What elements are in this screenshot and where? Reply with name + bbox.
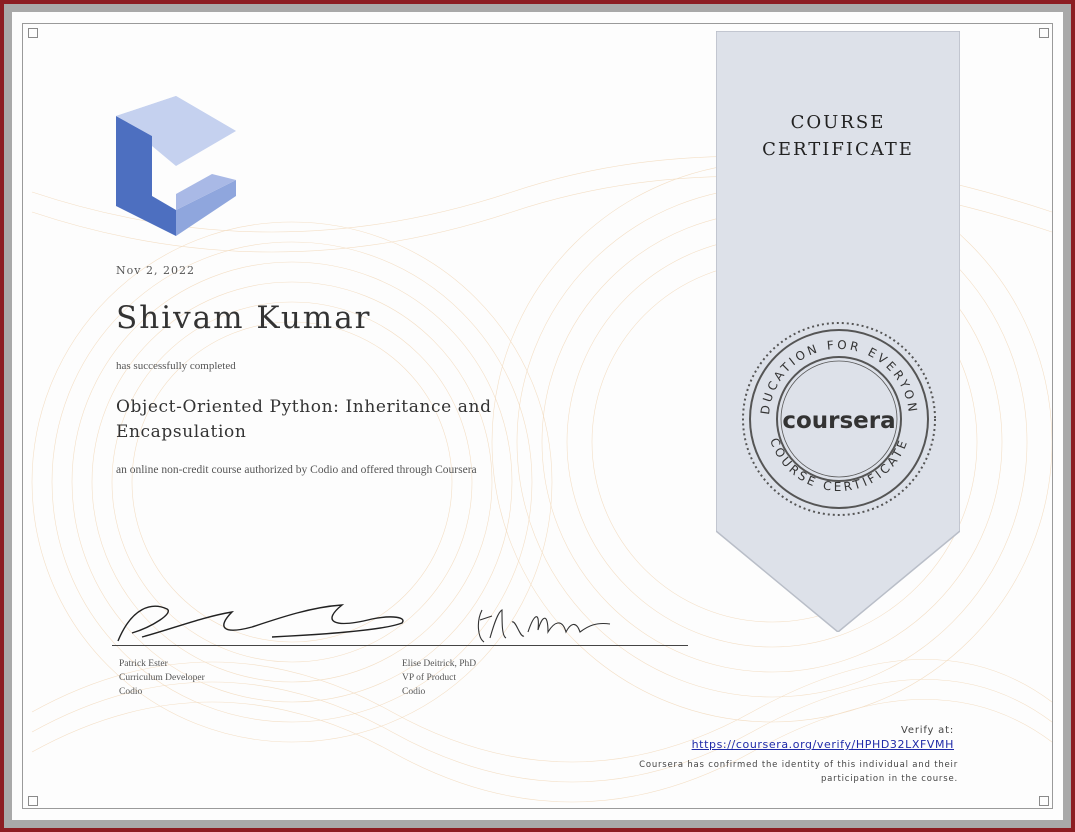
ribbon-title: COURSE CERTIFICATE	[716, 109, 960, 163]
ribbon-title-line1: COURSE	[790, 112, 886, 133]
signer-1-org: Codio	[119, 687, 143, 697]
verify-link[interactable]: https://coursera.org/verify/HPHD32LXFVMH	[572, 738, 954, 751]
ribbon-title-line2: CERTIFICATE	[762, 139, 914, 160]
issue-date: Nov 2, 2022	[116, 264, 195, 277]
certificate-paper: COURSE CERTIFICATE Nov 2, 2022 Shivam Ku…	[12, 12, 1063, 820]
corner-ornament-bottom-left	[28, 796, 38, 806]
completed-text: has successfully completed	[116, 360, 236, 372]
seal-center-text: coursera	[782, 408, 895, 434]
signer-1-role: Curriculum Developer	[119, 673, 205, 683]
signer-2-org: Codio	[402, 687, 426, 697]
offered-text: an online non-credit course authorized b…	[116, 464, 477, 476]
verify-note: Coursera has confirmed the identity of t…	[572, 758, 958, 786]
coursera-seal-icon: EDUCATION FOR EVERYONE COURSE CERTIFICAT…	[741, 321, 936, 516]
certificate-outer-frame: COURSE CERTIFICATE Nov 2, 2022 Shivam Ku…	[4, 4, 1071, 828]
signer-2-name: Elise Deitrick, PhD	[402, 659, 477, 669]
signer-2-role: VP of Product	[402, 673, 457, 683]
verify-note-line1: Coursera has confirmed the identity of t…	[639, 760, 958, 770]
corner-ornament-top-left	[28, 28, 38, 38]
corner-ornament-top-right	[1039, 28, 1049, 38]
signature-elise-deitrick	[477, 609, 611, 643]
signature-line-2	[402, 645, 688, 646]
signature-line-1	[112, 645, 402, 646]
verify-label: Verify at:	[901, 725, 954, 736]
signer-1: Patrick Ester Curriculum Developer Codio	[119, 657, 205, 699]
course-title: Object-Oriented Python: Inheritance and …	[116, 397, 492, 442]
signature-patrick-ester	[117, 604, 404, 642]
signer-1-name: Patrick Ester	[119, 659, 168, 669]
verify-note-line2: participation in the course.	[820, 774, 958, 784]
codio-logo-icon	[116, 96, 236, 236]
signer-2: Elise Deitrick, PhD VP of Product Codio	[402, 657, 476, 699]
corner-ornament-bottom-right	[1039, 796, 1049, 806]
recipient-name: Shivam Kumar	[116, 300, 372, 336]
